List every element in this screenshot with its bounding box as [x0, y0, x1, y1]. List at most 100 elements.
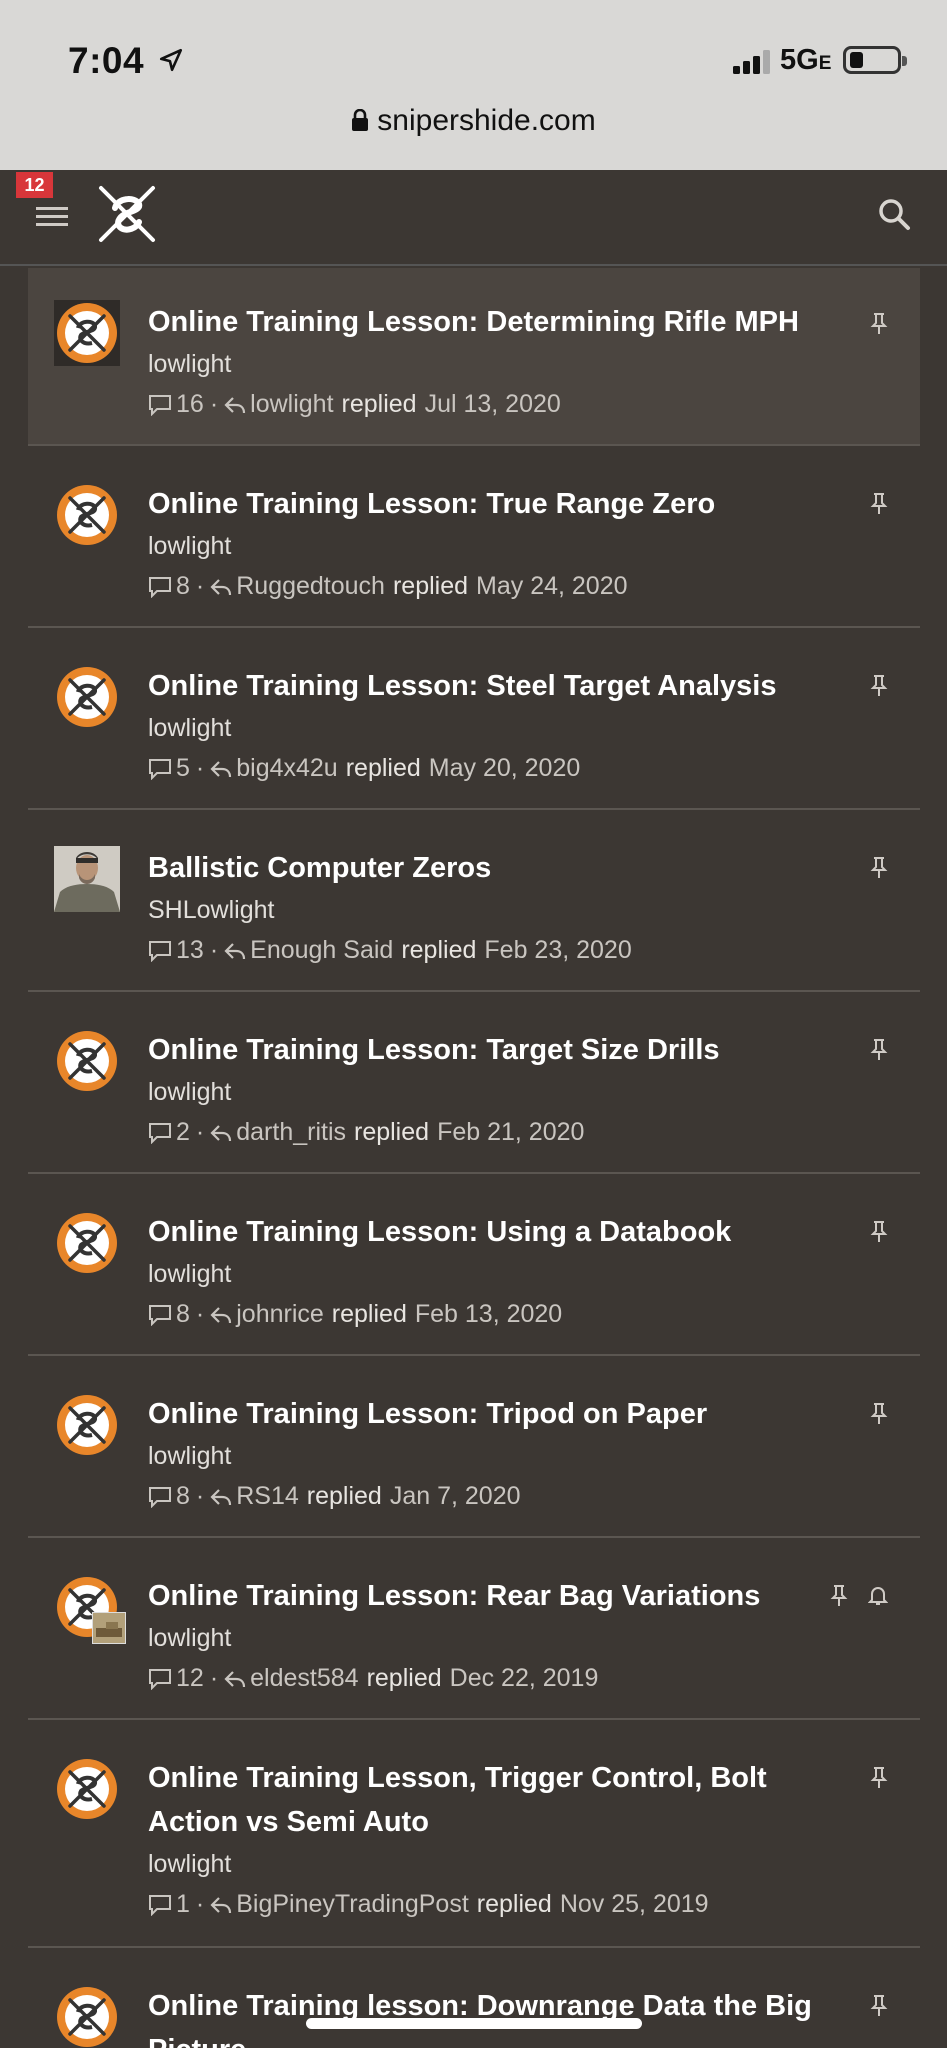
thread-row[interactable]: Online Training Lesson: Determining Rifl…	[28, 268, 920, 446]
thread-row[interactable]: Online Training Lesson: Using a Databook…	[28, 1174, 920, 1356]
thread-title[interactable]: Online Training Lesson: Using a Databook	[148, 1210, 848, 1254]
last-post-date[interactable]: Jan 7, 2020	[390, 1482, 521, 1511]
thread-title[interactable]: Online Training Lesson: Determining Rifl…	[148, 300, 848, 344]
thread-title[interactable]: Ballistic Computer Zeros	[148, 846, 848, 890]
thread-row[interactable]: Online Training Lesson: True Range Zero …	[28, 446, 920, 628]
address-bar[interactable]: snipershide.com	[0, 104, 947, 138]
url-text: snipershide.com	[377, 104, 596, 137]
thread-row[interactable]: Online Training Lesson, Trigger Control,…	[28, 1720, 920, 1948]
comment-icon	[149, 940, 171, 962]
last-poster[interactable]: BigPineyTradingPost	[236, 1890, 469, 1919]
last-poster[interactable]: Enough Said	[250, 936, 393, 965]
last-post-date[interactable]: Feb 23, 2020	[484, 936, 631, 965]
last-poster[interactable]: johnrice	[236, 1300, 324, 1329]
thread-meta: 8 · Ruggedtouch replied May 24, 2020	[148, 572, 628, 601]
thread-row[interactable]: Online Training Lesson: Tripod on Paper …	[28, 1356, 920, 1538]
reply-icon	[224, 942, 246, 959]
lock-icon	[352, 109, 369, 131]
pin-icon	[870, 493, 888, 514]
comment-icon	[149, 1486, 171, 1508]
avatar-icon[interactable]	[54, 482, 120, 548]
last-poster[interactable]: Ruggedtouch	[236, 572, 385, 601]
avatar-icon[interactable]	[54, 1756, 120, 1822]
reply-count: 5	[176, 754, 190, 782]
thread-row[interactable]: Online Training lesson: Downrange Data t…	[28, 1948, 920, 2048]
reply-count: 12	[176, 1664, 204, 1692]
network-type: 5G	[780, 44, 819, 76]
pin-icon	[870, 1403, 888, 1424]
reply-count: 1	[176, 1890, 190, 1918]
thread-author[interactable]: lowlight	[148, 714, 231, 743]
last-poster-avatar[interactable]	[92, 1612, 126, 1644]
last-post-date[interactable]: Feb 21, 2020	[437, 1118, 584, 1147]
search-icon[interactable]	[877, 197, 911, 231]
thread-author[interactable]: lowlight	[148, 1442, 231, 1471]
thread-title[interactable]: Online Training Lesson: Tripod on Paper	[148, 1392, 848, 1436]
last-post-date[interactable]: Nov 25, 2019	[560, 1890, 709, 1919]
replied-label: replied	[401, 936, 477, 964]
last-poster[interactable]: big4x42u	[236, 754, 337, 783]
home-indicator[interactable]	[306, 2018, 642, 2029]
thread-author[interactable]: lowlight	[148, 1078, 231, 1107]
thread-meta: 5 · big4x42u replied May 20, 2020	[148, 754, 580, 783]
thread-meta: 13 · Enough Said replied Feb 23, 2020	[148, 936, 632, 965]
person-photo-icon	[54, 846, 120, 912]
avatar-icon[interactable]	[54, 1392, 120, 1458]
last-post-date[interactable]: May 24, 2020	[476, 572, 628, 601]
thread-meta: 16 · lowlight replied Jul 13, 2020	[148, 390, 561, 419]
reply-icon	[210, 1488, 232, 1505]
pin-icon	[870, 1995, 888, 2016]
reply-count: 8	[176, 1482, 190, 1510]
avatar-photo[interactable]	[54, 846, 120, 912]
last-post-date[interactable]: Feb 13, 2020	[415, 1300, 562, 1329]
last-poster[interactable]: darth_ritis	[236, 1118, 346, 1147]
thread-author[interactable]: lowlight	[148, 1624, 231, 1653]
browser-chrome: 7:04 5GE snipershide.com	[0, 0, 947, 170]
thread-meta: 1 · BigPineyTradingPost replied Nov 25, 2…	[148, 1890, 709, 1919]
comment-icon	[149, 394, 171, 416]
avatar-icon[interactable]	[54, 1984, 120, 2048]
reply-count: 13	[176, 936, 204, 964]
menu-icon[interactable]	[36, 204, 68, 228]
replied-label: replied	[476, 1890, 552, 1918]
thread-row[interactable]: Online Training Lesson: Rear Bag Variati…	[28, 1538, 920, 1720]
reply-count: 8	[176, 1300, 190, 1328]
last-poster[interactable]: eldest584	[250, 1664, 358, 1693]
pin-icon	[870, 1039, 888, 1060]
thread-title[interactable]: Online Training Lesson: Steel Target Ana…	[148, 664, 848, 708]
thread-row[interactable]: Online Training Lesson: Steel Target Ana…	[28, 628, 920, 810]
thread-author[interactable]: SHLowlight	[148, 896, 274, 925]
thread-author[interactable]: lowlight	[148, 532, 231, 561]
thread-author[interactable]: lowlight	[148, 1260, 231, 1289]
reply-icon	[210, 760, 232, 777]
reply-icon	[224, 1670, 246, 1687]
reply-icon	[224, 396, 246, 413]
thread-row[interactable]: Ballistic Computer Zeros SHLowlight 13 · …	[28, 810, 920, 992]
logo-icon[interactable]	[95, 182, 159, 246]
avatar-icon[interactable]	[54, 1210, 120, 1276]
avatar-icon[interactable]	[54, 664, 120, 730]
last-poster[interactable]: RS14	[236, 1482, 299, 1511]
comment-icon	[149, 1894, 171, 1916]
avatar-icon[interactable]	[54, 300, 120, 366]
thread-row[interactable]: Online Training Lesson: Target Size Dril…	[28, 992, 920, 1174]
thread-list: Online Training Lesson: Determining Rifl…	[28, 268, 920, 2048]
thread-meta: 12 · eldest584 replied Dec 22, 2019	[148, 1664, 598, 1693]
thread-title[interactable]: Online Training lesson: Downrange Data t…	[148, 1984, 848, 2048]
replied-label: replied	[306, 1482, 382, 1510]
thread-author[interactable]: lowlight	[148, 350, 231, 379]
avatar-icon[interactable]	[54, 1028, 120, 1094]
network-label: 5GE	[780, 44, 831, 77]
last-post-date[interactable]: Dec 22, 2019	[450, 1664, 599, 1693]
reply-count: 16	[176, 390, 204, 418]
pin-icon	[870, 313, 888, 334]
thread-title[interactable]: Online Training Lesson: Target Size Dril…	[148, 1028, 848, 1072]
last-post-date[interactable]: May 20, 2020	[429, 754, 581, 783]
thread-title[interactable]: Online Training Lesson: True Range Zero	[148, 482, 848, 526]
last-poster[interactable]: lowlight	[250, 390, 333, 419]
thread-meta: 2 · darth_ritis replied Feb 21, 2020	[148, 1118, 584, 1147]
last-post-date[interactable]: Jul 13, 2020	[425, 390, 561, 419]
thread-author[interactable]: lowlight	[148, 1850, 231, 1879]
thread-title[interactable]: Online Training Lesson: Rear Bag Variati…	[148, 1574, 848, 1618]
thread-title[interactable]: Online Training Lesson, Trigger Control,…	[148, 1756, 848, 1844]
